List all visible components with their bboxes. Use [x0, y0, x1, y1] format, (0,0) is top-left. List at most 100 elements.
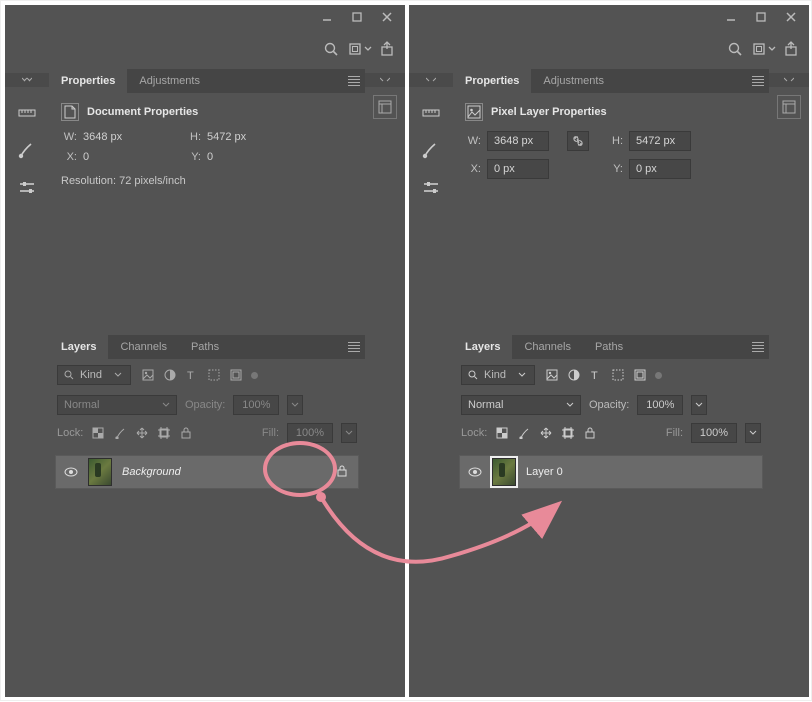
ruler-tool-icon[interactable]: [14, 99, 40, 125]
y-input[interactable]: [629, 159, 691, 179]
fill-label: Fill:: [262, 427, 279, 439]
window-right: Properties Adjustments Pixel Layer Prope…: [409, 5, 809, 697]
lock-pixels-icon[interactable]: [517, 426, 531, 440]
fill-label: Fill:: [666, 427, 683, 439]
tab-channels[interactable]: Channels: [108, 335, 178, 359]
panel-menu-icon[interactable]: [747, 69, 769, 93]
link-wh-icon[interactable]: [567, 131, 589, 151]
filter-pixel-icon[interactable]: [141, 368, 155, 382]
filter-kind-select[interactable]: Kind: [57, 365, 131, 385]
lock-position-icon[interactable]: [135, 426, 149, 440]
search-icon[interactable]: [727, 41, 743, 57]
tab-channels[interactable]: Channels: [512, 335, 582, 359]
lock-position-icon[interactable]: [539, 426, 553, 440]
lock-all-icon[interactable]: [583, 426, 597, 440]
maximize-button[interactable]: [343, 8, 371, 26]
layer-name[interactable]: Background: [122, 466, 181, 478]
opacity-chevron[interactable]: [691, 395, 707, 415]
tab-layers[interactable]: Layers: [49, 335, 108, 359]
close-button[interactable]: [373, 8, 401, 26]
panel-menu-icon[interactable]: [343, 335, 365, 359]
frame-icon[interactable]: [755, 41, 771, 57]
tab-paths[interactable]: Paths: [179, 335, 231, 359]
dock-collapse[interactable]: [769, 73, 809, 87]
blend-mode-value: Normal: [64, 399, 99, 411]
rail-collapse[interactable]: [5, 73, 49, 87]
filter-smart-icon[interactable]: [633, 368, 647, 382]
y-value: 0: [207, 151, 267, 163]
fill-chevron[interactable]: [745, 423, 761, 443]
minimize-button[interactable]: [717, 8, 745, 26]
properties-title: Document Properties: [87, 106, 198, 118]
filter-adjust-icon[interactable]: [567, 368, 581, 382]
filter-toggle[interactable]: [655, 372, 662, 379]
fill-input[interactable]: 100%: [287, 423, 333, 443]
fill-chevron[interactable]: [341, 423, 357, 443]
properties-tabbar: Properties Adjustments: [453, 69, 769, 93]
layer-thumbnail[interactable]: [88, 458, 112, 486]
blend-mode-select[interactable]: Normal: [57, 395, 177, 415]
lock-all-icon[interactable]: [179, 426, 193, 440]
maximize-button[interactable]: [747, 8, 775, 26]
filter-adjust-icon[interactable]: [163, 368, 177, 382]
tab-adjustments[interactable]: Adjustments: [531, 69, 616, 93]
sliders-tool-icon[interactable]: [418, 175, 444, 201]
tab-adjustments[interactable]: Adjustments: [127, 69, 212, 93]
document-icon: [61, 103, 79, 121]
tab-properties[interactable]: Properties: [453, 69, 531, 93]
filter-pixel-icon[interactable]: [545, 368, 559, 382]
opacity-input[interactable]: 100%: [637, 395, 683, 415]
opacity-input[interactable]: 100%: [233, 395, 279, 415]
filter-shape-icon[interactable]: [207, 368, 221, 382]
x-input[interactable]: [487, 159, 549, 179]
sliders-tool-icon[interactable]: [14, 175, 40, 201]
x-value: 0: [83, 151, 143, 163]
filter-type-icon[interactable]: T: [589, 368, 603, 382]
share-icon[interactable]: [783, 41, 799, 57]
panel-menu-icon[interactable]: [747, 335, 769, 359]
filter-toggle[interactable]: [251, 372, 258, 379]
chevron-down-icon: [365, 46, 371, 52]
fill-input[interactable]: 100%: [691, 423, 737, 443]
blend-mode-select[interactable]: Normal: [461, 395, 581, 415]
panel-menu-icon[interactable]: [343, 69, 365, 93]
collapsed-panel-icon[interactable]: [373, 95, 397, 119]
rail-collapse[interactable]: [409, 73, 453, 87]
w-input[interactable]: [487, 131, 549, 151]
brush-tool-icon[interactable]: [418, 137, 444, 163]
search-icon[interactable]: [323, 41, 339, 57]
dock-collapse[interactable]: [365, 73, 405, 87]
lock-artboard-icon[interactable]: [561, 426, 575, 440]
visibility-toggle-icon[interactable]: [468, 465, 482, 479]
filter-kind-select[interactable]: Kind: [461, 365, 535, 385]
filter-shape-icon[interactable]: [611, 368, 625, 382]
x-label: X:: [465, 163, 481, 175]
frame-icon[interactable]: [351, 41, 367, 57]
lock-artboard-icon[interactable]: [157, 426, 171, 440]
collapsed-panel-icon[interactable]: [777, 95, 801, 119]
lock-transparent-icon[interactable]: [495, 426, 509, 440]
filter-type-icon[interactable]: T: [185, 368, 199, 382]
lock-pixels-icon[interactable]: [113, 426, 127, 440]
tab-layers[interactable]: Layers: [453, 335, 512, 359]
opacity-chevron[interactable]: [287, 395, 303, 415]
ruler-tool-icon[interactable]: [418, 99, 444, 125]
filter-smart-icon[interactable]: [229, 368, 243, 382]
minimize-button[interactable]: [313, 8, 341, 26]
tab-properties[interactable]: Properties: [49, 69, 127, 93]
collapsed-dock: [365, 69, 405, 697]
lock-icon[interactable]: [336, 465, 350, 479]
h-input[interactable]: [629, 131, 691, 151]
layer-item[interactable]: Layer 0: [459, 455, 763, 489]
brush-tool-icon[interactable]: [14, 137, 40, 163]
lock-transparent-icon[interactable]: [91, 426, 105, 440]
visibility-toggle-icon[interactable]: [64, 465, 78, 479]
layer-thumbnail[interactable]: [492, 458, 516, 486]
layer-name[interactable]: Layer 0: [526, 466, 563, 478]
opacity-label: Opacity:: [589, 399, 629, 411]
share-icon[interactable]: [379, 41, 395, 57]
close-button[interactable]: [777, 8, 805, 26]
w-label: W:: [465, 135, 481, 147]
filter-icons: T: [545, 368, 662, 382]
tab-paths[interactable]: Paths: [583, 335, 635, 359]
